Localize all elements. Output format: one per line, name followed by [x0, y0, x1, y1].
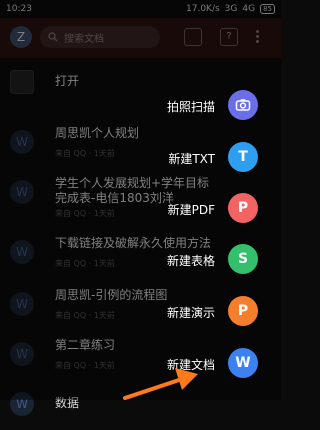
doc-icon[interactable]: W [228, 348, 258, 378]
pdf-icon[interactable]: P [228, 193, 258, 223]
fab-camera-scan[interactable]: 拍照扫描 [0, 90, 281, 122]
fab-new-txt[interactable]: 新建TXT T [0, 142, 281, 174]
fab-new-sheet[interactable]: 新建表格 S [0, 244, 281, 276]
slides-icon[interactable]: P [228, 296, 258, 326]
fab-new-slides[interactable]: 新建演示 P [0, 296, 281, 328]
sheet-icon[interactable]: S [228, 244, 258, 274]
fab-label: 新建演示 [166, 306, 215, 320]
fab-new-pdf[interactable]: 新建PDF P [0, 193, 281, 225]
txt-icon[interactable]: T [228, 142, 258, 172]
fab-label: 新建表格 [166, 254, 215, 268]
annotation-arrow-icon [123, 368, 198, 400]
fab-label: 拍照扫描 [166, 100, 215, 114]
fab-label: 新建PDF [167, 203, 215, 217]
fab-label: 新建TXT [168, 152, 215, 166]
camera-icon[interactable] [228, 90, 258, 120]
